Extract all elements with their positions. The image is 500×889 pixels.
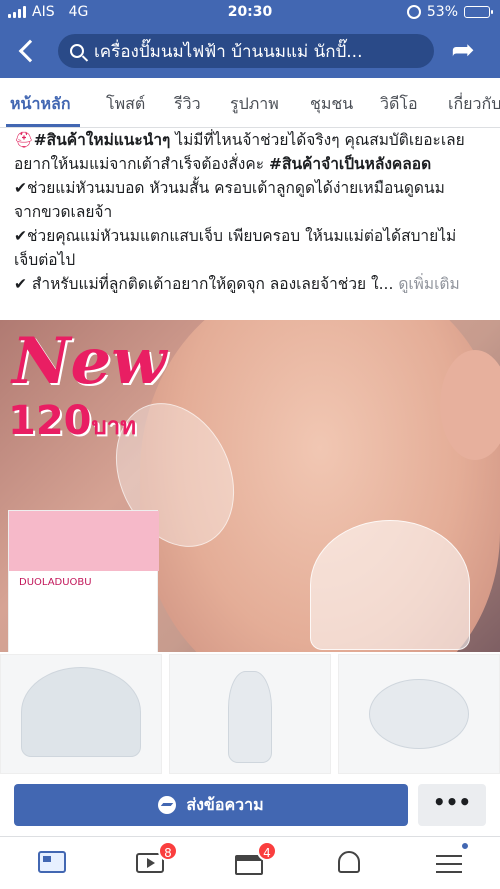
price-number: 120 [8,398,92,444]
price-label: 120บาท [8,398,136,445]
watch-badge: 8 [158,841,178,861]
new-label: New [12,324,167,399]
post-line: ⛑#สินค้าใหม่แนะนำๆ ไม่มีที่ไหนจ้าช่วยได้… [14,128,494,152]
thumbnail-photo[interactable] [169,654,331,774]
tab-posts[interactable]: โพสต์ [106,92,145,117]
product-box-image: DUOLADUOBU [8,510,159,652]
back-icon[interactable] [14,34,44,68]
tab-reviews[interactable]: รีวิว [174,92,201,117]
see-more-link[interactable]: ดูเพิ่มเติม [398,275,459,293]
photo-thumbnails [0,654,500,774]
search-text: เครื่องปั๊มนมไฟฟ้า บ้านนมแม่ นักปั๊... [94,41,363,62]
status-bar: AIS 4G 20:30 53% [0,0,500,26]
watch-icon[interactable]: 8 [134,841,178,879]
post-text: ⛑#สินค้าใหม่แนะนำๆ ไม่มีที่ไหนจ้าช่วยได้… [14,128,494,296]
tab-home[interactable]: หน้าหลัก [10,92,71,117]
post-hashtag-new[interactable]: #สินค้าใหม่แนะนำๆ [34,131,171,149]
post-main-photo[interactable]: DUOLADUOBU New 120บาท [0,320,500,652]
shield-side-image [369,679,469,749]
search-bar[interactable]: เครื่องปั๊มนมไฟฟ้า บ้านนมแม่ นักปั๊... [58,34,434,68]
box-stripe [9,511,159,571]
messenger-icon [158,796,177,814]
post-hashtag-essential[interactable]: #สินค้าจำเป็นหลังคลอด [269,155,431,173]
post-line: ✔ช่วยคุณแม่หัวนมแตกแสบเจ็บ เพียบครอบ ให้… [14,227,457,245]
tab-community[interactable]: ชุมชน [310,92,353,117]
battery-percent: 53% [426,4,458,20]
send-message-button[interactable]: ส่งข้อความ [14,784,408,826]
post-line-text: ไม่มีที่ไหนจ้าช่วยได้จริงๆ คุณสมบัติเยอะ… [170,131,465,149]
menu-icon[interactable] [432,841,470,879]
tab-about[interactable]: เกี่ยวกับ [448,92,500,117]
action-bar: ส่งข้อความ ••• [0,774,500,836]
post-line: ✔ช่วยแม่หัวนมบอด หัวนมสั้น ครอบเต้าลูกดู… [14,179,445,197]
post-line: อยากให้นมแม่จากเต้าสำเร็จต้องสั่งคะ #สิน… [14,152,494,176]
search-icon [70,44,84,58]
rotation-lock-icon [406,5,421,19]
shield-dome-image [21,667,141,757]
post-line-text: อยากให้นมแม่จากเต้าสำเร็จต้องสั่งคะ [14,155,269,173]
tab-videos[interactable]: วิดีโอ [380,92,418,117]
post-line: เจ็บต่อไป [14,251,76,269]
shield-case-image [310,520,470,650]
thumbnail-photo[interactable] [0,654,162,774]
notifications-icon[interactable] [332,847,366,879]
marketplace-badge: 4 [257,841,277,861]
menu-dot [460,841,470,851]
nipple-image [228,671,272,763]
page-tabs: หน้าหลัก โพสต์ รีวิว รูปภาพ ชุมชน วิดีโอ… [0,78,500,128]
more-options-button[interactable]: ••• [418,784,486,826]
tab-photos[interactable]: รูปภาพ [230,92,279,117]
app-header: AIS 4G 20:30 53% เครื่องปั๊มนมไฟฟ้า บ้าน… [0,0,500,78]
send-message-label: ส่งข้อความ [186,794,264,814]
post-line: ✔ สำหรับแม่ที่ลูกติดเต้าอยากให้ดูดจุก ลอ… [14,272,494,296]
active-tab-indicator [6,124,80,127]
box-brand: DUOLADUOBU [19,577,92,588]
news-feed-icon[interactable] [36,847,70,879]
price-unit: บาท [91,412,137,440]
post-line-text: ✔ สำหรับแม่ที่ลูกติดเต้าอยากให้ดูดจุก ลอ… [14,275,399,293]
battery-icon [464,6,493,18]
post-line: จากขวดเลยจ้า [14,203,113,221]
bottom-navigation: 8 4 [0,836,500,889]
baby-bottle-icon: ⛑ [14,131,34,149]
share-icon[interactable]: ➦ [448,36,478,64]
thumbnail-photo[interactable] [338,654,500,774]
status-right: 53% [406,4,493,20]
marketplace-icon[interactable]: 4 [233,841,277,879]
